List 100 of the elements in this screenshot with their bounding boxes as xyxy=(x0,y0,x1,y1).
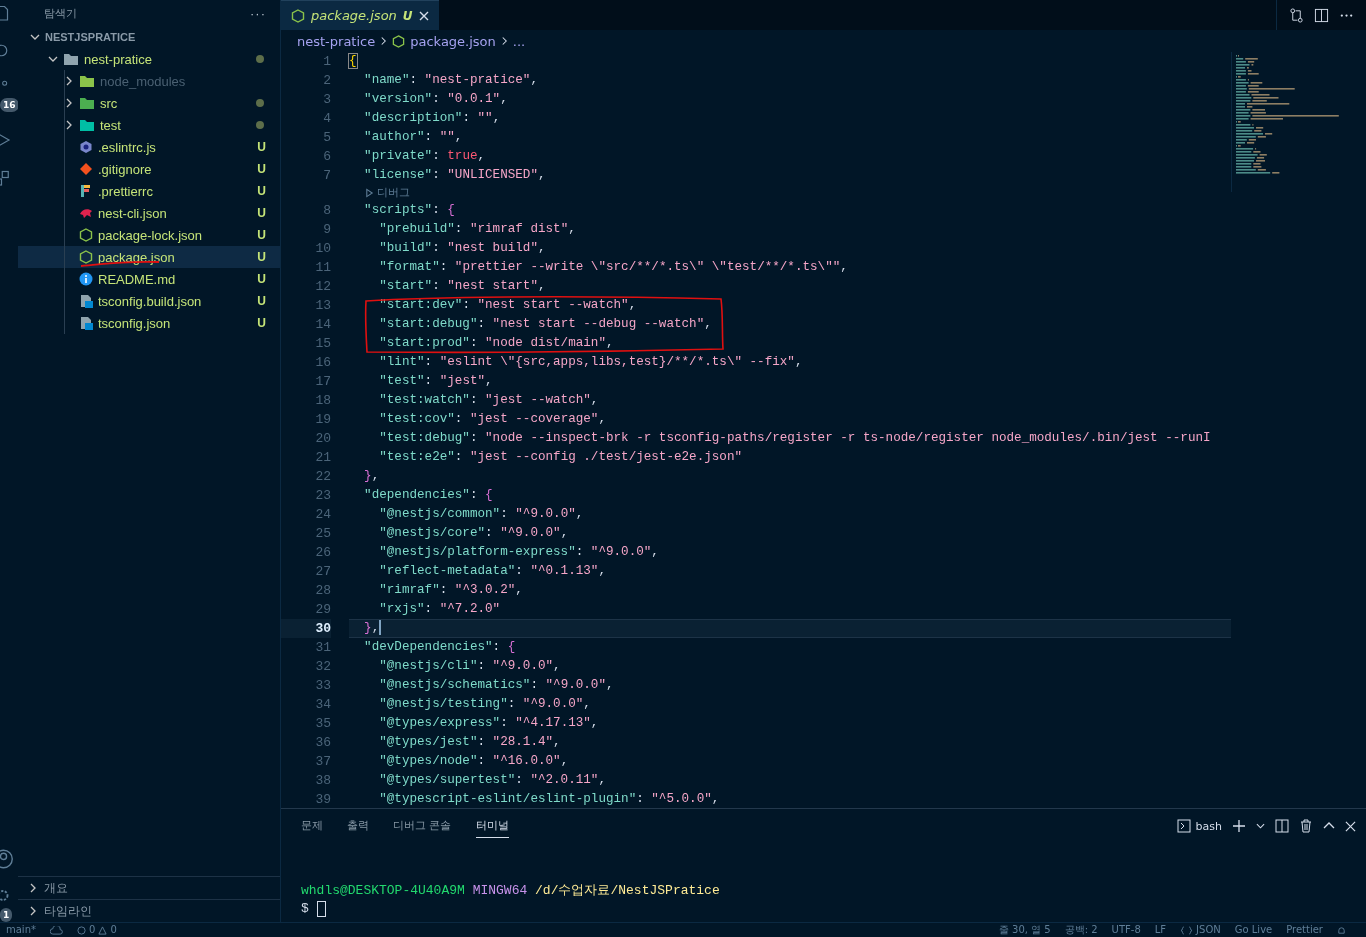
code-punct: , xyxy=(598,564,606,578)
file-tree-item[interactable]: package.json U xyxy=(18,246,280,268)
panel-tab[interactable]: 터미널 xyxy=(475,814,509,838)
bell-icon[interactable] xyxy=(1337,925,1346,935)
editor-tab[interactable]: package.json U xyxy=(281,0,439,30)
code-key: "@types/node" xyxy=(349,754,478,768)
code-punct: : xyxy=(485,526,494,540)
code-value: "^3.0.2" xyxy=(454,583,516,597)
cursor-position[interactable]: 줄 30, 열 5 xyxy=(998,923,1051,937)
more-button[interactable]: ··· xyxy=(250,5,266,21)
code-key: "reflect-metadata" xyxy=(349,564,516,578)
cloud-icon[interactable] xyxy=(50,925,63,935)
trash-icon[interactable] xyxy=(1299,819,1313,833)
branch-item[interactable]: main* xyxy=(6,923,36,937)
code-value: "^16.0.0" xyxy=(492,754,561,768)
line-number: 26 xyxy=(314,544,331,562)
indent-item[interactable]: 공백: 2 xyxy=(1064,923,1098,937)
code-key: "scripts" xyxy=(349,203,433,217)
close-icon[interactable] xyxy=(1345,820,1356,832)
terminal-icon xyxy=(1176,819,1191,833)
terminal-cursor xyxy=(316,900,326,917)
chevron-icon xyxy=(28,883,38,893)
file-tree-item[interactable]: .eslintrc.js U xyxy=(18,136,280,158)
file-name: .prettierrc xyxy=(98,183,154,199)
line-number: 30 xyxy=(281,619,331,638)
chevron-icon xyxy=(28,906,38,916)
plus-icon[interactable] xyxy=(1232,819,1246,833)
braces-icon xyxy=(1180,925,1194,935)
file-tree-item[interactable]: nest-cli.json U xyxy=(18,202,280,224)
status-letter: U xyxy=(257,272,266,286)
account-icon[interactable] xyxy=(0,848,14,870)
file-tree-item[interactable]: tsconfig.build.json U xyxy=(18,290,280,312)
workspace-header[interactable]: NESTJSPRATICE xyxy=(18,26,280,48)
panel-tab[interactable]: 문제 xyxy=(301,814,323,838)
breadcrumb[interactable]: package.json xyxy=(410,33,496,49)
file-tree-item[interactable]: src xyxy=(18,92,280,114)
code-punct: , xyxy=(794,355,803,369)
debug-link[interactable]: 디버그 xyxy=(365,185,410,201)
code-key: "start:prod" xyxy=(349,336,470,350)
split-icon[interactable] xyxy=(1275,819,1289,833)
line-number: 6 xyxy=(322,148,331,166)
breadcrumb[interactable]: ... xyxy=(512,33,526,49)
file-tree-item[interactable]: test xyxy=(18,114,280,136)
code-punct: : xyxy=(469,431,479,445)
file-tree-item[interactable]: nest-pratice xyxy=(18,48,280,70)
code-value: "eslint \"{src,apps,libs,test}/**/*.ts\" --fix" xyxy=(439,355,795,369)
caret-icon[interactable] xyxy=(1256,821,1265,831)
terminal-system: MINGW64 xyxy=(472,883,528,898)
status-item[interactable]: Prettier xyxy=(1286,923,1323,937)
terminal-selector[interactable]: bash xyxy=(1176,819,1222,833)
status-item[interactable]: Go Live xyxy=(1234,923,1273,937)
file-name: nest-cli.json xyxy=(98,205,168,221)
code-punct: , xyxy=(568,222,576,236)
code-punct: : xyxy=(469,393,479,407)
code-key: "test:watch" xyxy=(349,393,470,407)
problems-item[interactable]: 0 0 xyxy=(77,923,117,937)
section-header[interactable]: 타임라인 xyxy=(18,899,280,922)
code-punct: : xyxy=(477,754,487,768)
line-number: 16 xyxy=(314,354,331,372)
file-tree-item[interactable]: .gitignore U xyxy=(18,158,280,180)
code-punct: : xyxy=(424,602,434,616)
section-header[interactable]: 개요 xyxy=(18,876,280,899)
terminal-path: /d/수업자료/NestJSPratice xyxy=(535,883,720,898)
language-item[interactable]: JSON xyxy=(1180,923,1221,937)
split-editor-icon[interactable] xyxy=(1314,7,1329,23)
status-letter: U xyxy=(257,294,266,308)
breadcrumb[interactable]: nest-pratice xyxy=(297,33,376,49)
code-value: "0.0.1" xyxy=(447,92,501,106)
code-punct: : xyxy=(530,678,539,692)
code-punct: , xyxy=(590,393,599,407)
line-number: 14 xyxy=(314,316,331,334)
chevron-icon xyxy=(64,120,74,130)
folder-icon xyxy=(79,118,95,132)
code-punct: : xyxy=(500,507,509,521)
panel-tab[interactable]: 디버그 콘솔 xyxy=(393,814,452,838)
folder-icon xyxy=(63,52,79,66)
hexagon-icon xyxy=(79,228,93,242)
eol-item[interactable]: LF xyxy=(1154,923,1167,937)
file-tree-item[interactable]: .prettierrc U xyxy=(18,180,280,202)
file-tree-item[interactable]: README.md U xyxy=(18,268,280,290)
code-value: "" xyxy=(439,130,455,144)
code-value: "^9.0.0" xyxy=(522,697,584,711)
line-number: 5 xyxy=(322,129,331,147)
line-number: 31 xyxy=(314,639,331,657)
code-punct: , xyxy=(515,583,523,597)
panel-tab[interactable]: 출력 xyxy=(347,814,369,838)
line-number: 2 xyxy=(322,72,331,90)
code-key: "name" xyxy=(349,73,410,87)
encoding-item[interactable]: UTF-8 xyxy=(1111,923,1141,937)
code-punct: , xyxy=(553,659,561,673)
code-punct: : xyxy=(432,279,441,293)
line-number: 25 xyxy=(314,525,331,543)
status-letter: U xyxy=(257,206,266,220)
compare-icon[interactable] xyxy=(1289,7,1304,23)
line-number: 7 xyxy=(322,167,331,185)
close-icon[interactable] xyxy=(418,10,429,21)
file-tree-item[interactable]: tsconfig.json U xyxy=(18,312,280,334)
line-number: 18 xyxy=(314,392,331,410)
code-value: "nest start" xyxy=(447,279,538,293)
code-key: "@types/jest" xyxy=(349,735,478,749)
